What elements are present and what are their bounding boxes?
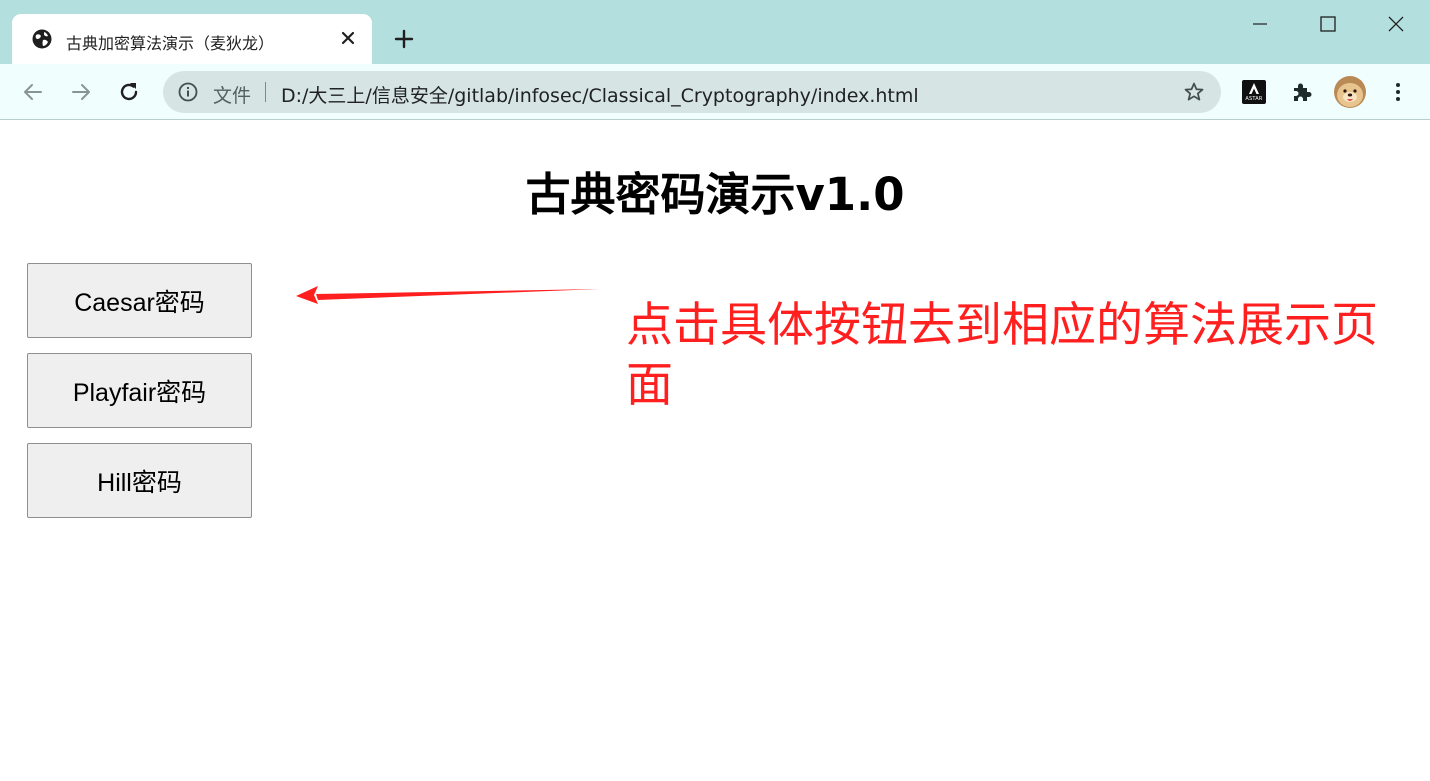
close-tab-icon[interactable]	[338, 28, 358, 48]
astar-label: ASTAR	[1245, 96, 1263, 102]
bookmark-star-icon[interactable]	[1183, 81, 1205, 103]
new-tab-icon[interactable]	[392, 27, 416, 51]
browser-tab[interactable]: 古典加密算法演示（麦狄龙）	[12, 14, 372, 66]
browser-title-bar: 古典加密算法演示（麦狄龙）	[0, 0, 1430, 66]
file-scheme-label: 文件	[213, 85, 252, 107]
omnibox-divider	[265, 82, 266, 102]
tab-title: 古典加密算法演示（麦狄龙）	[66, 34, 275, 53]
dog-avatar-icon	[1334, 76, 1366, 108]
maximize-icon[interactable]	[1318, 14, 1338, 34]
playfair-cipher-button[interactable]: Playfair密码	[27, 353, 252, 428]
reload-icon[interactable]	[117, 80, 141, 104]
back-arrow-icon[interactable]	[21, 80, 45, 104]
caesar-cipher-button[interactable]: Caesar密码	[27, 263, 252, 338]
annotation-arrow	[296, 286, 600, 304]
browser-toolbar: 文件 D:/大三上/信息安全/gitlab/infosec/Classical_…	[0, 64, 1430, 120]
page-title: 古典密码演示v1.0	[525, 168, 905, 221]
kebab-menu-icon[interactable]	[1386, 80, 1410, 104]
minimize-icon[interactable]	[1250, 14, 1270, 34]
info-icon[interactable]	[178, 82, 198, 102]
annotation-text: 点击具体按钮去到相应的算法展示页面	[626, 298, 1378, 413]
url-text[interactable]: D:/大三上/信息安全/gitlab/infosec/Classical_Cry…	[281, 81, 919, 108]
profile-avatar[interactable]	[1334, 76, 1366, 108]
close-window-icon[interactable]	[1386, 14, 1406, 34]
extensions-puzzle-icon[interactable]	[1290, 80, 1314, 104]
astar-extension-icon[interactable]: ASTAR	[1242, 80, 1266, 104]
forward-arrow-icon[interactable]	[69, 80, 93, 104]
address-bar[interactable]: 文件 D:/大三上/信息安全/gitlab/infosec/Classical_…	[163, 71, 1221, 113]
hill-cipher-button[interactable]: Hill密码	[27, 443, 252, 518]
globe-icon	[32, 29, 52, 49]
